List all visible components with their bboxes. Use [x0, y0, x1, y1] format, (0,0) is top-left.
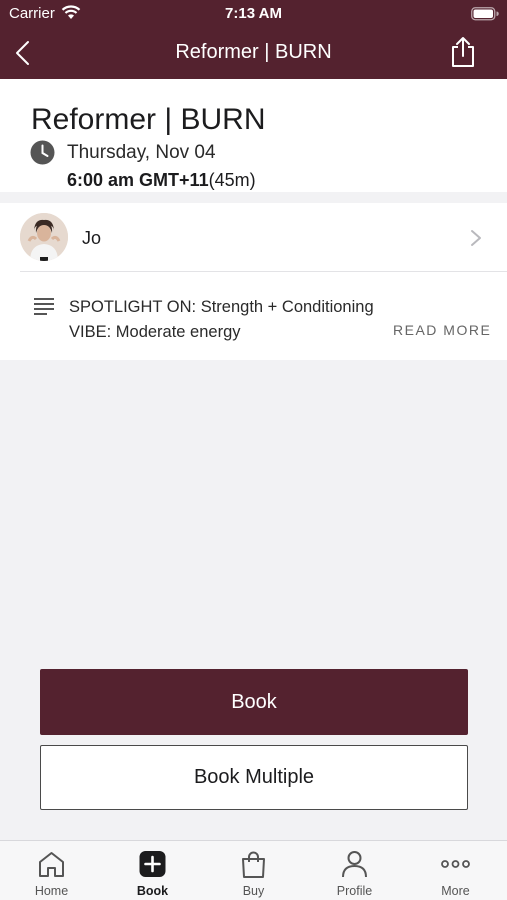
chevron-right-icon	[471, 230, 481, 246]
person-icon	[342, 851, 367, 878]
book-multiple-button[interactable]: Book Multiple	[40, 745, 468, 810]
battery-icon	[471, 7, 499, 21]
text-lines-icon	[34, 298, 54, 315]
tab-buy[interactable]: Buy	[203, 841, 304, 900]
status-bar: Carrier 7:13 AM	[0, 0, 507, 28]
avatar	[20, 213, 68, 261]
instructor-row[interactable]: Jo	[0, 203, 507, 271]
tab-label: More	[441, 884, 470, 898]
tab-home[interactable]: Home	[1, 841, 102, 900]
divider	[20, 271, 507, 272]
tab-label: Buy	[242, 884, 265, 898]
class-time-row: 6:00 am GMT+11(45m)	[67, 170, 256, 191]
class-date: Thursday, Nov 04	[67, 142, 216, 163]
description-line: VIBE: Moderate energy	[69, 323, 241, 341]
tab-bar: Home Book Buy Profile More	[0, 840, 507, 900]
class-duration: (45m)	[208, 170, 256, 190]
tab-more[interactable]: More	[405, 841, 506, 900]
book-button[interactable]: Book	[40, 669, 468, 735]
tab-label: Book	[136, 884, 169, 898]
nav-title: Reformer | BURN	[175, 41, 332, 63]
clock-icon	[30, 140, 55, 165]
top-bar: Carrier 7:13 AM Reformer | BURN	[0, 0, 507, 79]
tab-book[interactable]: Book	[102, 841, 203, 900]
class-title: Reformer | BURN	[31, 103, 266, 136]
tab-profile[interactable]: Profile	[304, 841, 405, 900]
shopping-bag-icon	[242, 851, 265, 878]
more-dots-icon	[441, 860, 470, 868]
share-icon[interactable]	[449, 36, 477, 68]
read-more-link[interactable]: READ MORE	[393, 322, 491, 338]
tab-label: Profile	[336, 884, 373, 898]
class-details-card: Jo SPOTLIGHT ON: Strength + Conditioning…	[0, 203, 507, 360]
class-header: Reformer | BURN Thursday, Nov 04 6:00 am…	[0, 79, 507, 192]
navigation-bar: Reformer | BURN	[0, 30, 507, 76]
tab-label: Home	[34, 884, 69, 898]
instructor-name: Jo	[82, 228, 102, 248]
class-description: SPOTLIGHT ON: Strength + Conditioning VI…	[69, 295, 374, 345]
plus-square-icon	[139, 851, 166, 877]
status-time: 7:13 AM	[225, 5, 282, 22]
home-icon	[39, 852, 64, 877]
class-time: 6:00 am GMT+11	[67, 170, 209, 190]
description-line: SPOTLIGHT ON: Strength + Conditioning	[69, 298, 374, 316]
